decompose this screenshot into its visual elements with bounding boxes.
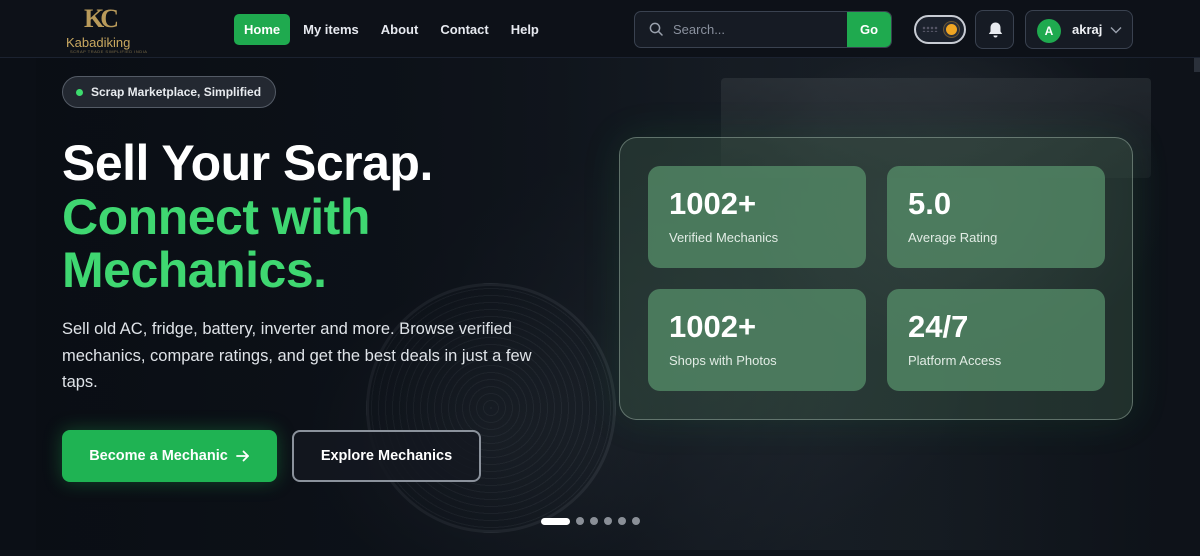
hero-headline-line1: Sell Your Scrap. bbox=[62, 135, 433, 191]
hero-badge: Scrap Marketplace, Simplified bbox=[62, 76, 277, 108]
theme-toggle-knob bbox=[943, 21, 960, 38]
hero-description: Sell old AC, fridge, battery, inverter a… bbox=[62, 320, 532, 391]
nav-home[interactable]: Home bbox=[234, 14, 291, 45]
bell-icon bbox=[988, 22, 1003, 38]
avatar: A bbox=[1037, 19, 1061, 43]
search-go-button[interactable]: Go bbox=[847, 12, 891, 47]
carousel-dot[interactable] bbox=[590, 517, 598, 525]
main-nav: Home My items About Contact Help bbox=[234, 14, 550, 45]
stat-card: 24/7 Platform Access bbox=[887, 289, 1105, 391]
stat-value: 24/7 bbox=[908, 309, 969, 344]
stat-label: Average Rating bbox=[908, 230, 998, 245]
scrollbar[interactable] bbox=[1194, 58, 1200, 72]
carousel-dot[interactable] bbox=[576, 517, 584, 525]
stat-card: 1002+ Shops with Photos bbox=[648, 289, 866, 391]
hero-headline-line3: Mechanics. bbox=[62, 242, 327, 298]
search-icon bbox=[649, 22, 663, 36]
carousel-dot[interactable] bbox=[632, 517, 640, 525]
page-bottom-edge bbox=[0, 550, 1200, 556]
arrow-right-icon bbox=[235, 450, 249, 462]
logo-mark: KC bbox=[84, 4, 119, 33]
carousel-dot[interactable] bbox=[618, 517, 626, 525]
stat-value: 5.0 bbox=[908, 186, 952, 221]
chevron-down-icon bbox=[1110, 27, 1122, 34]
sun-icon bbox=[946, 24, 957, 35]
search-bar: Go bbox=[634, 11, 892, 48]
become-mechanic-label: Become a Mechanic bbox=[89, 448, 228, 464]
carousel-dot[interactable] bbox=[541, 517, 570, 525]
top-navbar: KC Kabadiking SCRAP TRADE SIMPLIFIED IND… bbox=[0, 0, 1200, 58]
hero-headline-line2: Connect with bbox=[62, 189, 370, 245]
brand-logo[interactable]: KC Kabadiking SCRAP TRADE SIMPLIFIED IND… bbox=[62, 4, 148, 54]
stat-label: Verified Mechanics bbox=[669, 230, 779, 245]
stat-card: 1002+ Verified Mechanics bbox=[648, 166, 866, 268]
become-mechanic-button[interactable]: Become a Mechanic bbox=[62, 430, 277, 482]
stat-card: 5.0 Average Rating bbox=[887, 166, 1105, 268]
stats-panel: 1002+ Verified Mechanics 5.0 Average Rat… bbox=[619, 137, 1133, 420]
nav-my-items[interactable]: My items bbox=[292, 14, 370, 45]
page-gutter-right bbox=[1162, 58, 1200, 556]
search-input[interactable] bbox=[673, 12, 843, 47]
user-menu-button[interactable]: A akraj bbox=[1025, 10, 1133, 49]
carousel-dot[interactable] bbox=[604, 517, 612, 525]
stat-value: 1002+ bbox=[669, 186, 757, 221]
brand-name: Kabadiking bbox=[66, 35, 131, 50]
status-dot-icon bbox=[76, 89, 83, 96]
stat-label: Shops with Photos bbox=[669, 353, 777, 368]
notifications-button[interactable] bbox=[975, 10, 1014, 49]
theme-toggle[interactable] bbox=[914, 15, 966, 44]
explore-mechanics-button[interactable]: Explore Mechanics bbox=[292, 430, 481, 482]
stat-value: 1002+ bbox=[669, 309, 757, 344]
username: akraj bbox=[1072, 22, 1103, 37]
hero-badge-label: Scrap Marketplace, Simplified bbox=[91, 85, 262, 99]
stat-label: Platform Access bbox=[908, 353, 1002, 368]
page-gutter-left bbox=[0, 58, 36, 556]
nav-contact[interactable]: Contact bbox=[429, 14, 499, 45]
carousel-dots bbox=[541, 517, 640, 525]
nav-about[interactable]: About bbox=[370, 14, 430, 45]
theme-toggle-track bbox=[922, 26, 938, 32]
nav-help[interactable]: Help bbox=[500, 14, 550, 45]
brand-tagline: SCRAP TRADE SIMPLIFIED INDIA bbox=[70, 49, 148, 54]
